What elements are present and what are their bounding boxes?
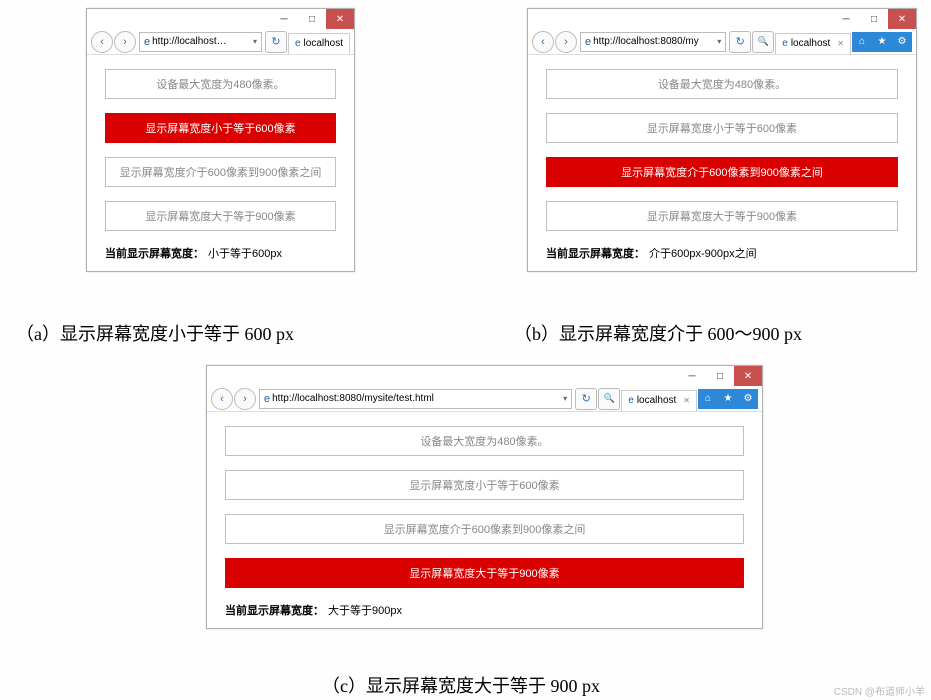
page-content: 设备最大宽度为480像素。 显示屏幕宽度小于等于600像素 显示屏幕宽度介于60…	[207, 412, 762, 628]
status-label: 当前显示屏幕宽度：	[225, 605, 324, 617]
media-query-box-600-900: 显示屏幕宽度介于600像素到900像素之间	[225, 514, 744, 544]
address-bar[interactable]: e http://localhost:8080/mysite/test.html…	[259, 389, 572, 409]
media-query-box-480: 设备最大宽度为480像素。	[546, 69, 898, 99]
status-label: 当前显示屏幕宽度：	[105, 248, 204, 260]
minimize-button[interactable]: ─	[832, 9, 860, 29]
forward-button[interactable]	[114, 31, 136, 53]
tab-close-icon[interactable]: ✕	[837, 39, 844, 48]
caption-c: （c）显示屏幕宽度大于等于 900 px	[322, 672, 600, 698]
ie-icon: e	[295, 38, 301, 49]
settings-button[interactable]	[738, 389, 758, 409]
close-button[interactable]: ✕	[734, 366, 762, 386]
browser-window-b: ─ □ ✕ e http://localhost:8080/my ▾ e loc…	[527, 8, 917, 272]
dropdown-icon[interactable]: ▾	[253, 37, 257, 46]
back-button[interactable]	[211, 388, 233, 410]
caption-a: （a）显示屏幕宽度小于等于 600 px	[16, 320, 294, 346]
status-line: 当前显示屏幕宽度： 介于600px-900px之间	[546, 245, 898, 261]
minimize-button[interactable]: ─	[678, 366, 706, 386]
maximize-button[interactable]: □	[298, 9, 326, 29]
ie-icon: e	[264, 393, 270, 405]
media-query-box-lte600: 显示屏幕宽度小于等于600像素	[105, 113, 336, 143]
ie-icon: e	[585, 36, 591, 48]
status-value: 大于等于900px	[328, 605, 402, 617]
back-button[interactable]	[532, 31, 554, 53]
forward-button[interactable]	[234, 388, 256, 410]
url-text: http://localhost…	[152, 36, 226, 47]
titlebar: ─ □ ✕	[528, 9, 916, 29]
back-button[interactable]	[91, 31, 113, 53]
status-label: 当前显示屏幕宽度：	[546, 248, 645, 260]
favorites-button[interactable]	[718, 389, 738, 409]
navbar: e http://localhost:8080/mysite/test.html…	[207, 386, 762, 412]
refresh-button[interactable]	[265, 31, 287, 53]
dropdown-icon[interactable]: ▾	[563, 394, 567, 403]
watermark: CSDN @布道师小羊	[834, 683, 925, 698]
tab-label: localhost	[637, 395, 676, 406]
close-button[interactable]: ✕	[326, 9, 354, 29]
titlebar: ─ □ ✕	[207, 366, 762, 386]
refresh-button[interactable]	[575, 388, 597, 410]
ie-icon: e	[144, 36, 150, 48]
media-query-box-lte600: 显示屏幕宽度小于等于600像素	[225, 470, 744, 500]
page-content: 设备最大宽度为480像素。 显示屏幕宽度小于等于600像素 显示屏幕宽度介于60…	[87, 55, 354, 271]
status-value: 小于等于600px	[208, 248, 282, 260]
browser-tab[interactable]: e localhost ✕	[621, 390, 697, 411]
browser-window-a: ─ □ ✕ e http://localhost… ▾ e localhost …	[86, 8, 355, 272]
forward-button[interactable]	[555, 31, 577, 53]
media-query-box-gte900: 显示屏幕宽度大于等于900像素	[105, 201, 336, 231]
ie-icon: e	[782, 38, 788, 49]
media-query-box-gte900: 显示屏幕宽度大于等于900像素	[546, 201, 898, 231]
home-button[interactable]	[698, 389, 718, 409]
page-content: 设备最大宽度为480像素。 显示屏幕宽度小于等于600像素 显示屏幕宽度介于60…	[528, 55, 916, 271]
close-button[interactable]: ✕	[888, 9, 916, 29]
media-query-box-lte600: 显示屏幕宽度小于等于600像素	[546, 113, 898, 143]
url-text: http://localhost:8080/mysite/test.html	[272, 393, 434, 404]
browser-tab[interactable]: e localhost ✕	[775, 33, 851, 54]
home-button[interactable]	[852, 32, 872, 52]
titlebar: ─ □ ✕	[87, 9, 354, 29]
navbar: e http://localhost:8080/my ▾ e localhost…	[528, 29, 916, 55]
browser-window-c: ─ □ ✕ e http://localhost:8080/mysite/tes…	[206, 365, 763, 629]
address-bar[interactable]: e http://localhost… ▾	[139, 32, 262, 52]
address-bar[interactable]: e http://localhost:8080/my ▾	[580, 32, 726, 52]
status-line: 当前显示屏幕宽度： 小于等于600px	[105, 245, 336, 261]
maximize-button[interactable]: □	[706, 366, 734, 386]
status-line: 当前显示屏幕宽度： 大于等于900px	[225, 602, 744, 618]
media-query-box-600-900: 显示屏幕宽度介于600像素到900像素之间	[105, 157, 336, 187]
ie-icon: e	[628, 395, 634, 406]
status-value: 介于600px-900px之间	[649, 248, 757, 260]
minimize-button[interactable]: ─	[270, 9, 298, 29]
caption-b: （b）显示屏幕宽度介于 600～900 px	[514, 320, 802, 346]
refresh-button[interactable]	[729, 31, 751, 53]
media-query-box-600-900: 显示屏幕宽度介于600像素到900像素之间	[546, 157, 898, 187]
tab-label: localhost	[791, 38, 830, 49]
browser-tab[interactable]: e localhost	[288, 33, 350, 54]
navbar: e http://localhost… ▾ e localhost	[87, 29, 354, 55]
settings-button[interactable]	[892, 32, 912, 52]
search-button[interactable]	[752, 31, 774, 53]
favorites-button[interactable]	[872, 32, 892, 52]
url-text: http://localhost:8080/my	[593, 36, 699, 47]
media-query-box-gte900: 显示屏幕宽度大于等于900像素	[225, 558, 744, 588]
media-query-box-480: 设备最大宽度为480像素。	[105, 69, 336, 99]
maximize-button[interactable]: □	[860, 9, 888, 29]
dropdown-icon[interactable]: ▾	[717, 37, 721, 46]
tab-label: localhost	[304, 38, 343, 49]
media-query-box-480: 设备最大宽度为480像素。	[225, 426, 744, 456]
search-button[interactable]	[598, 388, 620, 410]
tab-close-icon[interactable]: ✕	[683, 396, 690, 405]
